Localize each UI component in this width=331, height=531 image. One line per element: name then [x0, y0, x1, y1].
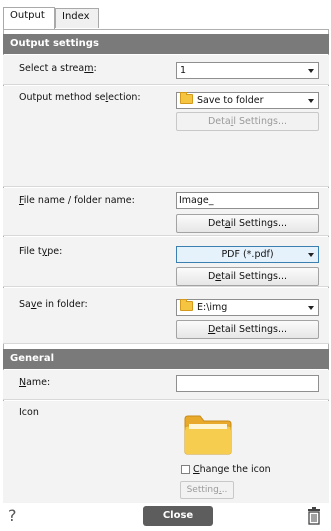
file-name-input[interactable]: Image_ — [176, 192, 319, 209]
save-folder-detail-button[interactable]: Detail Settings... — [176, 320, 319, 339]
chevron-down-icon — [308, 253, 314, 257]
file-name-detail-button[interactable]: Detail Settings... — [176, 214, 319, 233]
change-icon-checkbox[interactable] — [181, 465, 190, 474]
folder-icon — [180, 299, 193, 311]
file-name-label: File name / folder name: — [19, 195, 135, 206]
file-type-select[interactable]: PDF (*.pdf) — [176, 246, 319, 263]
file-type-detail-button[interactable]: Detail Settings... — [176, 267, 319, 286]
name-label: Name: — [19, 377, 51, 388]
folder-icon — [180, 92, 193, 104]
section-output-settings: Output settings — [3, 34, 329, 54]
tab-output[interactable]: Output — [3, 7, 55, 29]
row-icon — [3, 401, 329, 503]
chevron-down-icon — [308, 99, 314, 103]
save-folder-label: Save in folder: — [19, 299, 88, 310]
stream-select[interactable]: 1 — [176, 62, 319, 79]
tab-index[interactable]: Index — [55, 8, 99, 28]
save-folder-value: E:\img — [197, 302, 228, 313]
icon-label: Icon — [19, 407, 39, 418]
stream-value: 1 — [180, 65, 187, 76]
output-method-select[interactable]: Save to folder — [176, 92, 319, 109]
chevron-down-icon — [308, 306, 314, 310]
folder-preview-icon — [184, 415, 232, 455]
file-type-value: PDF (*.pdf) — [221, 249, 274, 260]
close-button[interactable]: Close — [143, 506, 213, 526]
change-icon-label: Change the icon — [193, 464, 271, 475]
file-type-label: File type: — [19, 246, 63, 257]
icon-setting-button[interactable]: Setting... — [180, 481, 234, 499]
chevron-down-icon — [308, 69, 314, 73]
name-input[interactable] — [176, 375, 319, 392]
section-general: General — [3, 349, 329, 369]
output-method-label: Output method selection: — [19, 92, 141, 103]
output-method-value: Save to folder — [197, 95, 264, 106]
output-method-detail-button[interactable]: Detail Settings... — [176, 112, 319, 131]
stream-label: Select a stream: — [19, 63, 97, 74]
save-folder-select[interactable]: E:\img — [176, 299, 319, 316]
trash-icon[interactable] — [307, 507, 321, 525]
help-icon[interactable]: ? — [8, 506, 17, 525]
tab-bar: Output Index — [0, 0, 331, 30]
